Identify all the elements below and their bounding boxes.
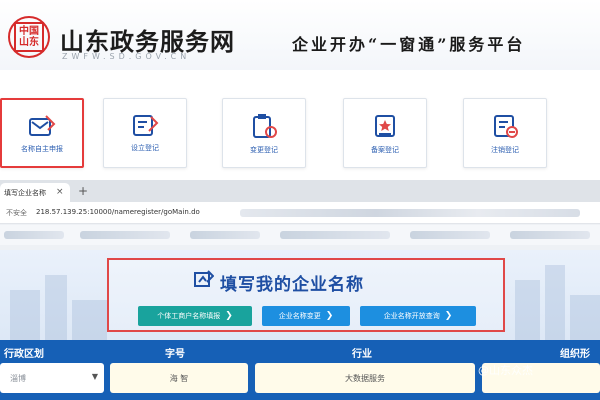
zihao-value: 海 智 <box>169 373 189 383</box>
site-domain: ZWFW.SD.GOV.CN <box>62 52 191 61</box>
tile-cancellation[interactable]: 注销登记 <box>463 98 547 168</box>
industry-value: 大数据服务 <box>345 373 385 383</box>
tab-strip: 填写企业名称 × + <box>0 180 600 202</box>
address-bar[interactable]: 不安全 218.57.139.25:10000/nameregister/goM… <box>0 202 600 224</box>
name-change-button[interactable]: 企业名称变更 ❯ <box>262 306 350 326</box>
blurred-bookmark <box>410 231 490 239</box>
button-label: 个体工商户名称填报 <box>157 312 221 320</box>
open-name-query-button[interactable]: 企业名称开放查询 ❯ <box>360 306 476 326</box>
service-tiles: 名称自主申报 设立登记 变更登记 备案登记 注销登记 <box>0 88 600 173</box>
browser-tab[interactable]: 填写企业名称 × <box>0 183 70 202</box>
bookmarks-bar <box>0 225 600 245</box>
clipboard-refresh-icon <box>253 114 277 138</box>
name-entry-title: 填写我的企业名称 <box>220 275 364 295</box>
chevron-right-icon: ❯ <box>444 311 453 321</box>
zihao-input[interactable]: 海 智 <box>110 363 248 393</box>
industry-label: 行业 <box>352 349 372 360</box>
region-label: 行政区划 <box>4 349 44 360</box>
tile-filing-registration[interactable]: 备案登记 <box>343 98 427 168</box>
close-icon[interactable]: × <box>56 187 64 197</box>
individual-business-name-button[interactable]: 个体工商户名称填报 ❯ <box>138 306 252 326</box>
tile-establishment[interactable]: 设立登记 <box>103 98 187 168</box>
star-certificate-icon <box>375 115 395 137</box>
tile-label: 备案登记 <box>371 146 399 154</box>
platform-title: 企业开办“一窗通”服务平台 <box>292 35 526 54</box>
button-label: 企业名称变更 <box>278 312 321 320</box>
blurred-bookmark <box>190 231 260 239</box>
logo-seal-text: 中国山东 <box>14 22 44 52</box>
government-logo[interactable]: 中国山东 <box>8 16 50 58</box>
tile-name-declaration[interactable]: 名称自主申报 <box>0 98 84 168</box>
url-text[interactable]: 218.57.139.25:10000/nameregister/goMain.… <box>36 208 200 216</box>
tile-label: 设立登记 <box>131 144 159 152</box>
chevron-right-icon: ❯ <box>225 311 233 321</box>
tile-change-registration[interactable]: 变更登记 <box>222 98 306 168</box>
button-label: 企业名称开放查询 <box>383 312 440 320</box>
blurred-bookmark <box>4 231 64 239</box>
document-edit-icon <box>133 115 159 136</box>
region-select[interactable]: 淄博 ▼ <box>0 363 104 393</box>
tab-title: 填写企业名称 <box>4 189 46 197</box>
zihao-label: 字号 <box>165 349 185 360</box>
site-header: 中国山东 山东政务服务网 ZWFW.SD.GOV.CN 企业开办“一窗通”服务平… <box>0 0 600 70</box>
tile-label: 注销登记 <box>491 146 519 154</box>
document-minus-icon <box>494 115 518 138</box>
blurred-region <box>240 209 580 217</box>
watermark-text: @山东众杰 <box>478 364 533 377</box>
blurred-bookmark <box>80 231 170 239</box>
industry-input[interactable]: 大数据服务 <box>255 363 475 393</box>
browser-window: 填写企业名称 × + 不安全 218.57.139.25:10000/namer… <box>0 180 600 250</box>
tile-label: 变更登记 <box>250 146 278 154</box>
form-edit-icon <box>29 115 56 136</box>
security-warning[interactable]: 不安全 <box>6 208 27 218</box>
region-value: 淄博 <box>10 373 26 383</box>
blurred-bookmark <box>510 231 590 239</box>
form-edit-icon <box>194 270 214 287</box>
caret-down-icon: ▼ <box>91 372 98 381</box>
blurred-bookmark <box>280 231 390 239</box>
tile-label: 名称自主申报 <box>21 145 63 153</box>
chevron-right-icon: ❯ <box>325 311 334 321</box>
org-form-label: 组织形 <box>560 349 590 360</box>
new-tab-button[interactable]: + <box>78 184 88 198</box>
